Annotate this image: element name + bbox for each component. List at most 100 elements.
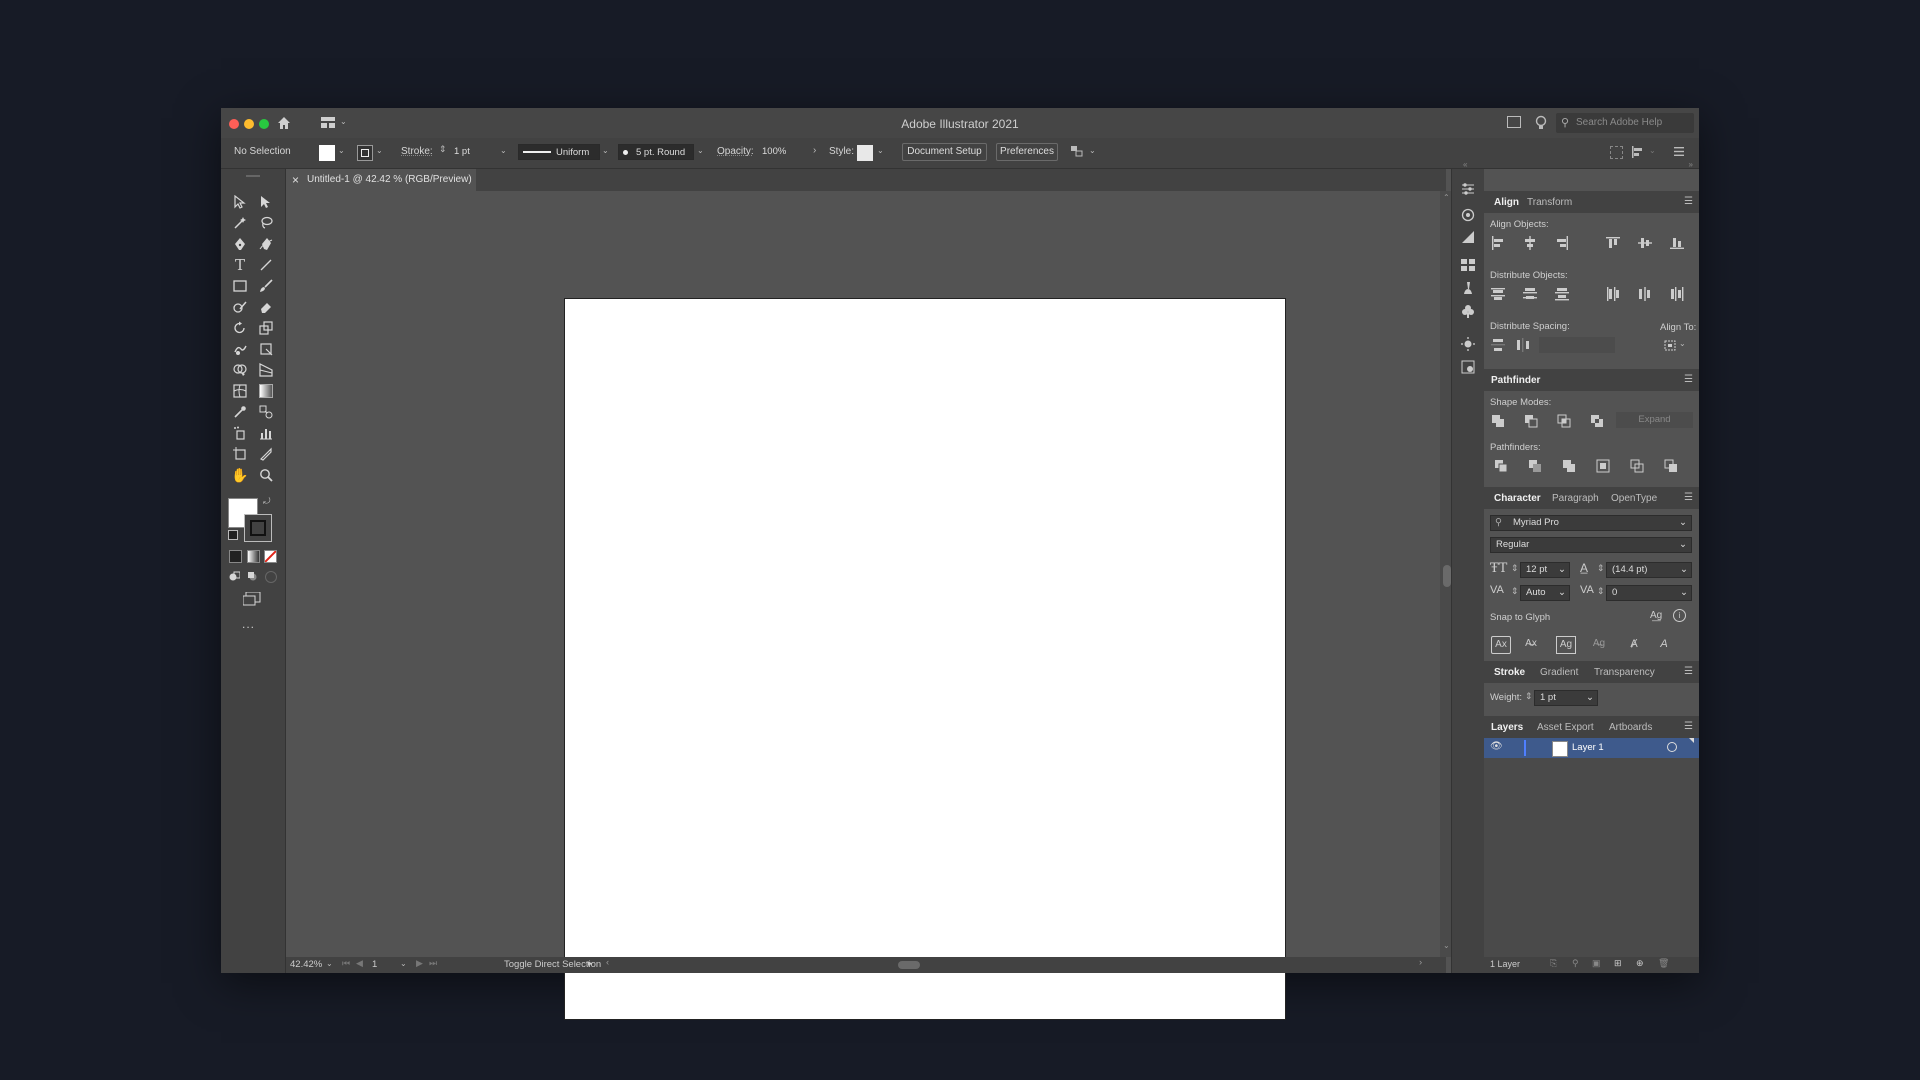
color-mode-icon[interactable] <box>229 550 242 563</box>
draw-behind-icon[interactable] <box>247 571 258 582</box>
previous-artboard-icon[interactable]: ◀ <box>356 958 363 969</box>
minus-front-icon[interactable] <box>1524 414 1538 428</box>
last-artboard-icon[interactable]: ⏭ <box>429 958 437 969</box>
chevron-down-icon[interactable]: ⌄ <box>1558 586 1566 600</box>
shape-builder-tool-icon[interactable] <box>231 361 249 379</box>
font-size-stepper[interactable]: ⇕ <box>1511 563 1519 574</box>
hand-tool-icon[interactable]: ✋ <box>231 466 249 484</box>
vertical-distribute-center-icon[interactable] <box>1523 287 1537 301</box>
chevron-right-icon[interactable]: › <box>813 145 816 156</box>
kerning-field[interactable]: Auto ⌄ <box>1520 585 1570 601</box>
scroll-up-icon[interactable]: ⌃ <box>1443 193 1450 202</box>
chevron-down-icon[interactable]: ⌄ <box>697 146 704 155</box>
appearance-panel-icon[interactable] <box>1460 336 1476 352</box>
direct-selection-tool-icon[interactable] <box>257 193 275 211</box>
tab-pathfinder[interactable]: Pathfinder <box>1491 375 1540 386</box>
layer-row[interactable]: 👁 Layer 1 <box>1484 738 1699 758</box>
default-fill-stroke-icon[interactable] <box>228 530 238 540</box>
toolbar-grip[interactable] <box>246 175 260 177</box>
column-graph-tool-icon[interactable] <box>257 424 275 442</box>
document-tab[interactable]: × Untitled-1 @ 42.42 % (RGB/Preview) <box>286 169 476 191</box>
chevron-down-icon[interactable]: ⌄ <box>1586 691 1594 705</box>
screen-mode-icon[interactable] <box>242 591 261 606</box>
expand-panels-icon[interactable]: » <box>1689 160 1693 169</box>
tab-stroke[interactable]: Stroke <box>1494 667 1525 678</box>
warp-tool-icon[interactable] <box>231 340 249 358</box>
vertical-align-bottom-icon[interactable] <box>1670 236 1684 250</box>
locate-object-icon[interactable]: ⚲ <box>1572 958 1579 969</box>
graphic-styles-panel-icon[interactable] <box>1460 359 1476 375</box>
tab-gradient[interactable]: Gradient <box>1540 667 1578 678</box>
divide-icon[interactable] <box>1494 459 1508 473</box>
vertical-align-top-icon[interactable] <box>1606 236 1620 250</box>
stroke-color-box[interactable] <box>244 514 272 542</box>
snap-baseline-icon[interactable]: Ax <box>1491 636 1511 654</box>
panel-menu-icon[interactable]: ☰ <box>1684 196 1693 207</box>
blend-tool-icon[interactable] <box>257 403 275 421</box>
status-menu-icon[interactable]: ▸ <box>588 958 593 969</box>
scroll-right-icon[interactable]: › <box>1419 957 1422 968</box>
panel-menu-icon[interactable]: ☰ <box>1684 374 1693 385</box>
snap-anchor-point-icon[interactable]: A <box>1656 636 1672 652</box>
artboard-dropdown-icon[interactable]: ⌄ <box>400 959 407 968</box>
opacity-field[interactable]: 100% <box>758 144 804 160</box>
font-style-field[interactable]: Regular ⌄ <box>1490 537 1692 553</box>
arrange-documents-icon[interactable] <box>1507 116 1521 128</box>
layer-name[interactable]: Layer 1 <box>1572 742 1604 753</box>
stroke-swatch[interactable] <box>357 145 373 161</box>
horizontal-align-center-icon[interactable] <box>1523 236 1537 250</box>
glyph-snap-options-icon[interactable]: A͟g <box>1650 610 1662 621</box>
properties-panel-icon[interactable] <box>1460 181 1476 197</box>
horizontal-distribute-center-icon[interactable] <box>1638 287 1652 301</box>
chevron-down-icon[interactable]: ⌄ <box>1089 146 1096 155</box>
vertical-scroll-thumb[interactable] <box>1443 565 1451 587</box>
free-transform-tool-icon[interactable] <box>257 340 275 358</box>
snap-angular-guides-icon[interactable]: Ⱥ <box>1626 636 1642 652</box>
crop-icon[interactable] <box>1596 459 1610 473</box>
create-new-layer-icon[interactable]: ⊕ <box>1636 958 1644 969</box>
stroke-label[interactable]: Stroke: <box>401 146 433 157</box>
panel-menu-icon[interactable]: ☰ <box>1684 721 1693 732</box>
weight-field[interactable]: 1 pt ⌄ <box>1534 690 1598 706</box>
chevron-down-icon[interactable]: ⌄ <box>1649 146 1656 155</box>
arrange-icon[interactable] <box>1071 146 1085 158</box>
tab-paragraph[interactable]: Paragraph <box>1552 493 1599 504</box>
target-icon[interactable] <box>1667 742 1677 752</box>
preferences-button[interactable]: Preferences <box>996 143 1058 161</box>
perspective-grid-tool-icon[interactable] <box>257 361 275 379</box>
horizontal-distribute-space-icon[interactable] <box>1516 338 1530 352</box>
scroll-left-icon[interactable]: ‹ <box>606 957 609 968</box>
stroke-weight-field[interactable]: 1 pt <box>450 144 498 160</box>
zoom-tool-icon[interactable] <box>257 466 275 484</box>
lasso-tool-icon[interactable] <box>257 214 275 232</box>
horizontal-scroll-thumb[interactable] <box>898 961 920 969</box>
shaper-tool-icon[interactable] <box>231 298 249 316</box>
merge-icon[interactable] <box>1562 459 1576 473</box>
align-to-selection-icon[interactable] <box>1664 338 1678 352</box>
chevron-down-icon[interactable]: ⌄ <box>338 146 345 155</box>
fill-swatch[interactable] <box>319 145 335 161</box>
transform-icon[interactable] <box>1610 146 1623 159</box>
chevron-down-icon[interactable]: ⌄ <box>1680 586 1688 600</box>
snap-proximity-guides-icon[interactable]: A̶g <box>1590 636 1608 652</box>
info-icon[interactable]: i <box>1673 609 1686 622</box>
horizontal-distribute-left-icon[interactable] <box>1606 287 1620 301</box>
libraries-panel-icon[interactable] <box>1460 207 1476 223</box>
intersect-icon[interactable] <box>1557 414 1571 428</box>
pen-tool-icon[interactable] <box>231 235 249 253</box>
unite-icon[interactable] <box>1491 414 1505 428</box>
slice-tool-icon[interactable] <box>257 445 275 463</box>
rectangle-tool-icon[interactable] <box>231 277 249 295</box>
eyedropper-tool-icon[interactable] <box>231 403 249 421</box>
font-size-field[interactable]: 12 pt ⌄ <box>1520 562 1570 578</box>
next-artboard-icon[interactable]: ▶ <box>416 958 423 969</box>
graphic-style-swatch[interactable] <box>857 145 873 161</box>
horizontal-distribute-right-icon[interactable] <box>1670 287 1684 301</box>
line-segment-tool-icon[interactable] <box>257 256 275 274</box>
type-tool-icon[interactable]: T <box>231 256 249 274</box>
edit-toolbar-button[interactable]: ... <box>242 617 255 631</box>
leading-stepper[interactable]: ⇕ <box>1597 563 1605 574</box>
weight-stepper[interactable]: ⇕ <box>1525 691 1533 702</box>
chevron-down-icon[interactable]: ⌄ <box>376 146 383 155</box>
exclude-icon[interactable] <box>1590 414 1604 428</box>
